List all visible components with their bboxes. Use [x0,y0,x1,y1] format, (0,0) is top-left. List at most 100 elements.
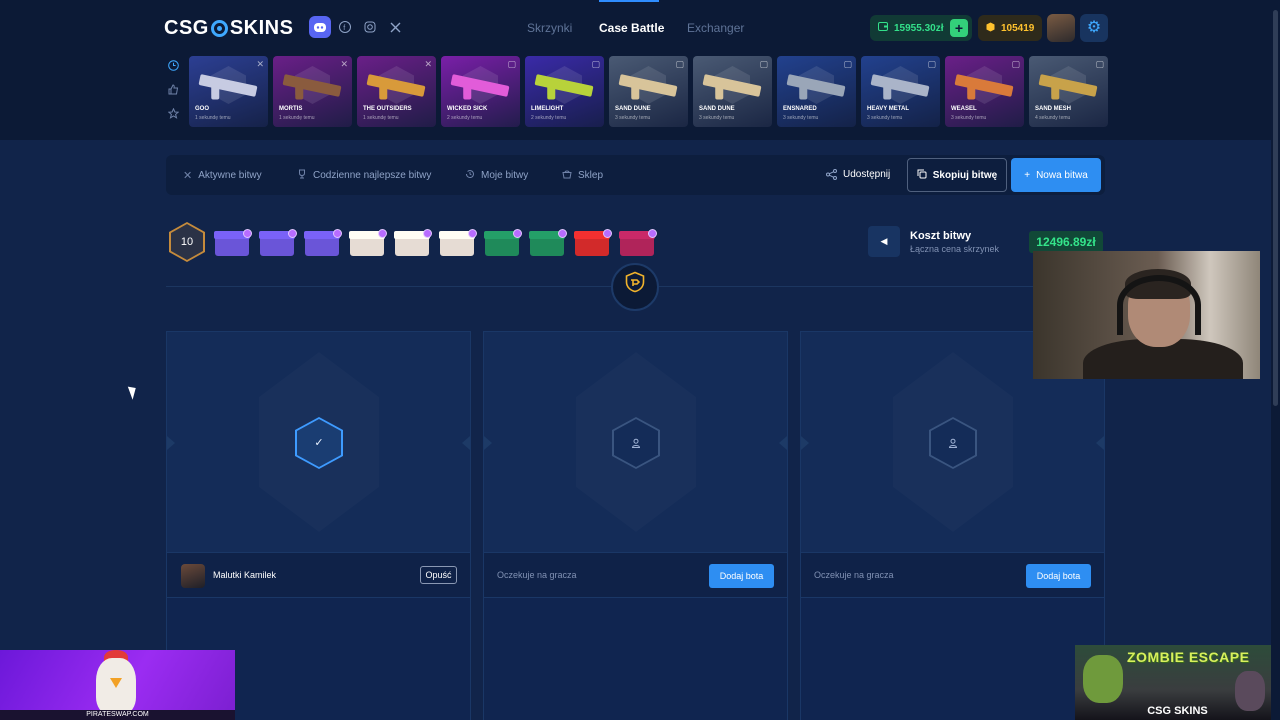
tab-daily-best[interactable]: Codzienne najlepsze bitwy [297,169,431,182]
drop-name: GOO [195,106,210,112]
case-icon[interactable] [259,229,297,257]
slot-3-footer: Oczekuje na gracza Dodaj bota [801,552,1104,598]
balance-display[interactable]: 15955.30zł + [870,15,972,41]
streamer-webcam [1033,251,1260,379]
sponsor-right-title: ZOMBIE ESCAPE [1127,649,1250,665]
plus-icon: + [1024,169,1031,181]
live-drop-item[interactable]: ✕ GOO 1 sekundę temu [189,56,268,127]
wallet-icon [878,22,888,34]
nav-exchanger[interactable]: Exchanger [687,21,744,35]
drop-type-icon: ▢ [843,59,852,69]
deposit-button[interactable]: + [950,19,968,37]
case-badge-icon [468,229,477,238]
case-icon[interactable] [484,229,522,257]
drop-type-icon: ▢ [759,59,768,69]
drop-time: 4 sekundy temu [1035,115,1071,121]
slot-2-items [484,598,787,720]
arrow-left-icon [484,436,492,450]
live-drop-item[interactable]: ▢ SAND DUNE 3 sekundy temu [693,56,772,127]
star-icon[interactable] [164,107,182,126]
live-drop-item[interactable]: ▢ HEAVY METAL 3 sekundy temu [861,56,940,127]
avatar[interactable] [181,564,205,588]
drop-type-icon: ▢ [927,59,936,69]
case-icon[interactable] [214,229,252,257]
gear-icon[interactable]: ⚙ [1080,14,1108,42]
drop-time: 3 sekundy temu [951,115,987,121]
add-bot-button[interactable]: Dodaj bota [709,564,774,588]
play-arrow-icon[interactable]: ◀ [868,226,900,257]
tab-active-battles[interactable]: ✕ Aktywne bitwy [183,169,262,182]
logo-ring-icon [210,19,228,37]
discord-icon[interactable] [309,16,331,38]
x-icon[interactable] [384,16,406,38]
drop-name: SAND MESH [1035,106,1072,112]
clock-icon[interactable] [164,60,182,78]
sponsor-banner-right[interactable]: ZOMBIE ESCAPE CSG SKINS [1075,645,1280,720]
live-drop-item[interactable]: ▢ ENSNARED 3 sekundy temu [777,56,856,127]
case-icon[interactable] [439,229,477,257]
balance-value: 15955.30zł [894,22,944,34]
trophy-icon [297,169,307,182]
battle-toolbar: ✕ Aktywne bitwy Codzienne najlepsze bitwy… [166,155,1105,195]
live-drop-item[interactable]: ▢ LIMELIGHT 2 sekundy temu [525,56,604,127]
drop-type-icon: ✕ [340,59,348,69]
tab-shop[interactable]: Sklep [562,169,603,182]
scrollbar-thumb[interactable] [1273,10,1278,406]
live-drop-item[interactable]: ✕ THE OUTSIDERS 1 sekundę temu [357,56,436,127]
page-scrollbar[interactable] [1271,0,1280,720]
live-drop-item[interactable]: ▢ SAND MESH 4 sekundy temu [1029,56,1108,127]
case-badge-icon [243,229,252,238]
player-name: Malutki Kamilek [213,570,277,580]
new-battle-button[interactable]: + Nowa bitwa [1011,158,1101,192]
user-avatar[interactable] [1047,14,1075,42]
drop-time: 1 sekundę temu [363,115,399,121]
case-icon[interactable] [394,229,432,257]
case-icon[interactable] [529,229,567,257]
drop-type-icon: ✕ [424,59,432,69]
drop-time: 2 sekundy temu [531,115,567,121]
arrow-left-icon [167,436,175,450]
drop-type-icon: ▢ [675,59,684,69]
copy-icon [917,169,927,182]
leave-button[interactable]: Opuść [420,566,457,584]
thumb-up-icon[interactable] [164,84,182,102]
case-badge-icon [378,229,387,238]
copy-battle-button[interactable]: Skopiuj bitwę [907,158,1007,192]
drop-name: LIMELIGHT [531,106,564,112]
mouse-cursor-icon [127,384,140,400]
add-bot-button[interactable]: Dodaj bota [1026,564,1091,588]
case-icon[interactable] [574,229,612,257]
case-badge-icon [288,229,297,238]
drop-time: 3 sekundy temu [699,115,735,121]
svg-text:f: f [343,25,345,32]
coins-value: 105419 [1001,22,1035,34]
battle-cost-subtitle: Łączna cena skrzynek [910,244,1000,254]
player-slot-3: Oczekuje na gracza Dodaj bota [800,331,1105,720]
nav-case-battle[interactable]: Case Battle [599,21,664,35]
coins-display[interactable]: 105419 [978,15,1042,41]
case-icon[interactable] [619,229,657,257]
drop-time: 3 sekundy temu [783,115,819,121]
nav-skrzynki[interactable]: Skrzynki [527,21,572,35]
battle-cost-title: Koszt bitwy [910,230,972,242]
tab-my-battles[interactable]: Moje bitwy [465,169,528,182]
drop-name: HEAVY METAL [867,106,910,112]
case-icon[interactable] [349,229,387,257]
live-drop-item[interactable]: ▢ WICKED SICK 2 sekundy temu [441,56,520,127]
live-drop-item[interactable]: ▢ SAND DUNE 3 sekundy temu [609,56,688,127]
sponsor-right-brand: CSG SKINS [1147,705,1208,717]
facebook-icon[interactable]: f [334,16,356,38]
live-drop-item[interactable]: ✕ MORTIS 1 sekundę temu [273,56,352,127]
case-icon[interactable] [304,229,342,257]
drop-type-icon: ▢ [1095,59,1104,69]
drop-name: ENSNARED [783,106,817,112]
arrow-right-icon [462,436,470,450]
arrow-right-icon [1096,436,1104,450]
logo[interactable]: CSG SKINS [164,16,293,40]
slot-2-footer: Oczekuje na gracza Dodaj bota [484,552,787,598]
share-button[interactable]: Udostępnij [826,169,890,183]
sponsor-banner-left[interactable]: PIRATESWAP.COM [0,650,235,720]
instagram-icon[interactable] [359,16,381,38]
share-icon [826,169,837,183]
live-drop-item[interactable]: ▢ WEASEL 3 sekundy temu [945,56,1024,127]
